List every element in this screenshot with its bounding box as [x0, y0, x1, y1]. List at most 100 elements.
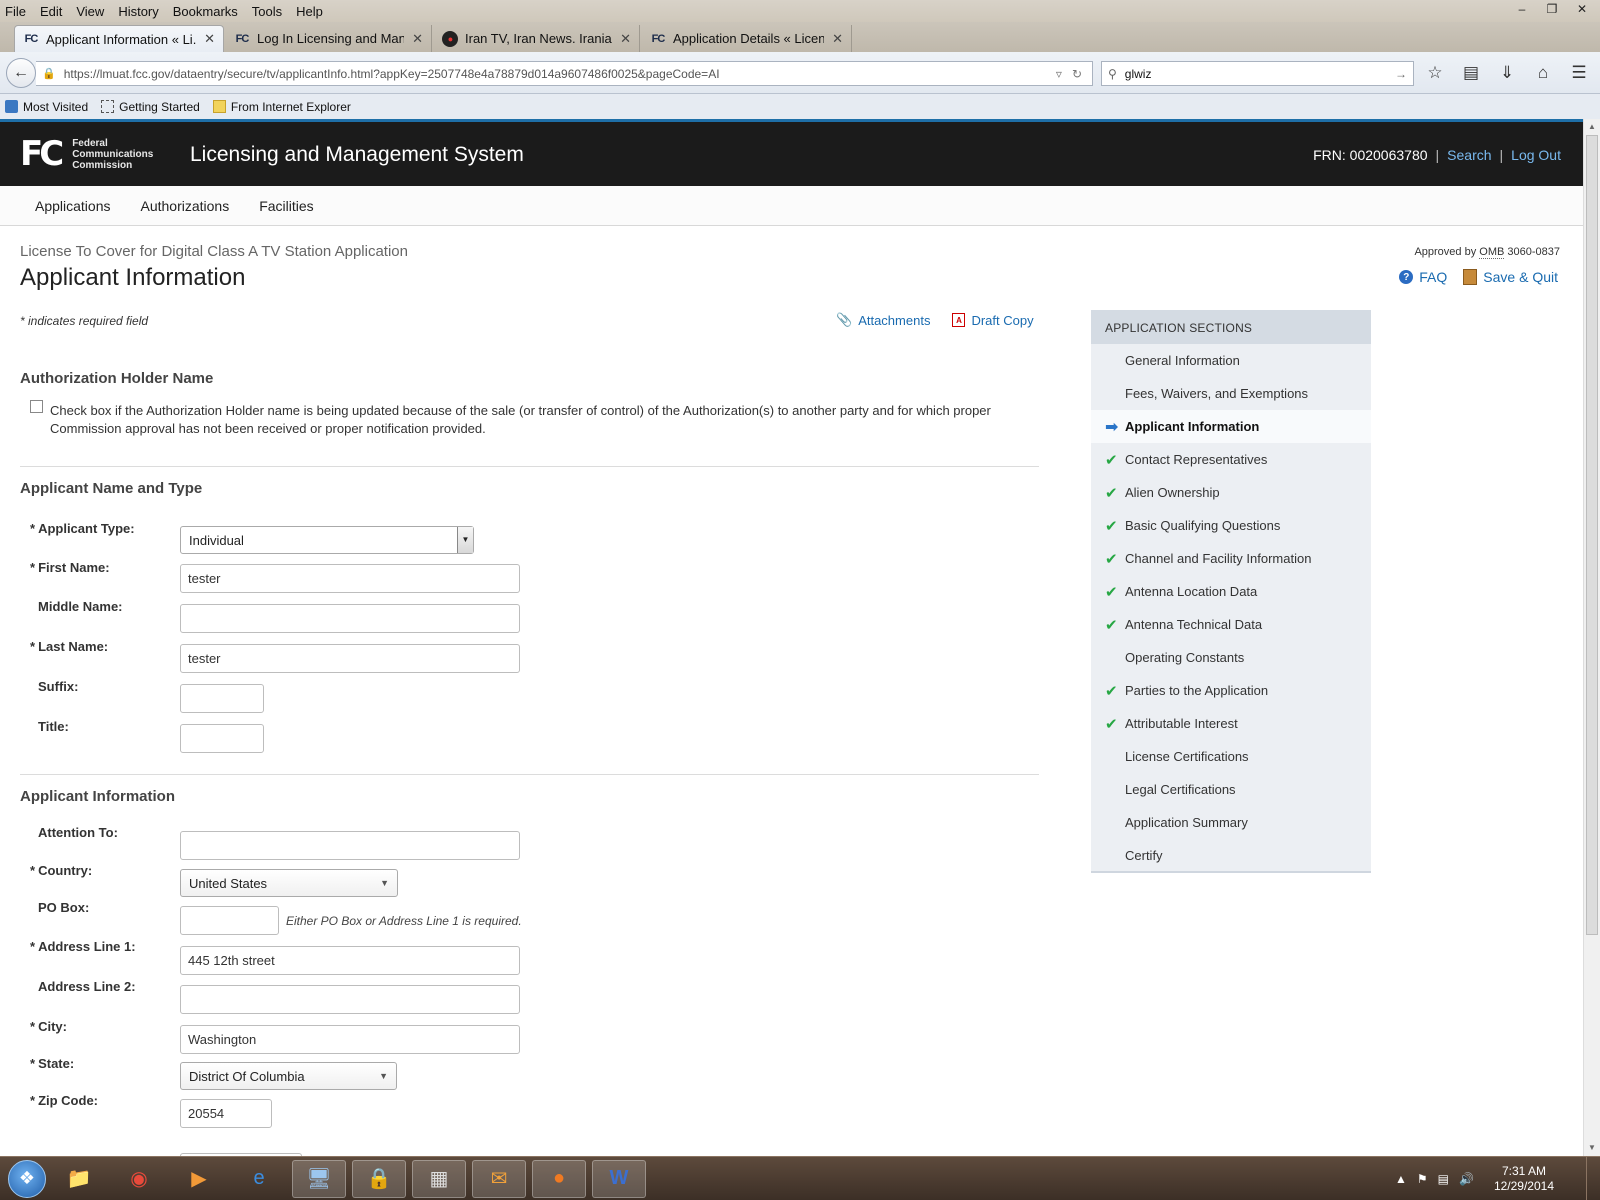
menu-bar: File Edit View History Bookmarks Tools H… — [0, 0, 1600, 22]
network-icon[interactable]: ▤ — [1438, 1172, 1449, 1186]
menu-bookmarks[interactable]: Bookmarks — [166, 4, 245, 19]
sidebar-item[interactable]: License Certifications — [1091, 740, 1371, 773]
bookmark-star-icon[interactable]: ☆ — [1424, 63, 1446, 83]
nav-applications[interactable]: Applications — [35, 198, 111, 214]
back-button[interactable]: ← — [6, 58, 36, 88]
zip-code-field[interactable]: 20554 — [180, 1099, 272, 1128]
nav-facilities[interactable]: Facilities — [259, 198, 313, 214]
applicant-type-select[interactable]: Individual ▼ — [180, 526, 474, 554]
sidebar-item[interactable]: ✔ Channel and Facility Information — [1091, 542, 1371, 575]
save-quit-link[interactable]: Save & Quit — [1463, 269, 1558, 285]
menu-view[interactable]: View — [69, 4, 111, 19]
close-tab-icon[interactable]: ✕ — [204, 31, 215, 47]
show-hidden-icons-icon[interactable]: ▲ — [1395, 1172, 1407, 1186]
calculator-taskbar-icon[interactable]: ▦ — [412, 1159, 466, 1198]
bookmark-from-ie[interactable]: From Internet Explorer — [208, 100, 351, 114]
tab-iran-tv[interactable]: ● Iran TV, Iran News. Iranian ... ✕ — [434, 25, 640, 52]
sidebar-item[interactable]: ✔ Antenna Technical Data — [1091, 608, 1371, 641]
remote-desktop-taskbar-icon[interactable]: 🖥 — [292, 1159, 346, 1198]
fcc-logo[interactable]: FC Federal Communications Commission — [20, 137, 153, 171]
faq-link[interactable]: ? FAQ — [1399, 269, 1447, 285]
draft-copy-link[interactable]: A Draft Copy — [952, 312, 1034, 328]
label-text: Address Line 1: — [38, 939, 136, 954]
bookmark-getting-started[interactable]: Getting Started — [96, 100, 200, 114]
state-select[interactable]: District Of Columbia ▼ — [180, 1062, 397, 1090]
chrome-taskbar-icon[interactable]: ◉ — [112, 1160, 166, 1198]
sidebar-item[interactable]: Legal Certifications — [1091, 773, 1371, 806]
sidebar-item[interactable]: ✔ Parties to the Application — [1091, 674, 1371, 707]
vertical-scrollbar[interactable]: ▲ ▼ — [1583, 119, 1600, 1156]
scroll-thumb[interactable] — [1586, 135, 1598, 935]
firefox-taskbar-icon[interactable]: ● — [532, 1159, 586, 1198]
close-tab-icon[interactable]: ✕ — [412, 31, 423, 47]
address-line-1-field[interactable]: 445 12th street — [180, 946, 520, 975]
sidebar-items: General Information Fees, Waivers, and Ex… — [1091, 344, 1371, 872]
internet-explorer-taskbar-icon[interactable]: e — [232, 1160, 286, 1198]
title-field[interactable] — [180, 724, 264, 753]
outlook-taskbar-icon[interactable]: ✉ — [472, 1159, 526, 1198]
tab-strip: FC Applicant Information « Li... ✕ FC Lo… — [0, 22, 1600, 69]
clock[interactable]: 7:31 AM 12/29/2014 — [1494, 1164, 1554, 1194]
bookmark-most-visited[interactable]: Most Visited — [0, 100, 88, 114]
fcc-favicon-icon: FC — [235, 32, 250, 45]
security-app-taskbar-icon[interactable]: 🔒 — [352, 1159, 406, 1198]
city-field[interactable]: Washington — [180, 1025, 520, 1054]
menu-tools[interactable]: Tools — [245, 4, 289, 19]
search-bar[interactable]: ⚲ glwiz → — [1101, 61, 1414, 86]
authorization-holder-checkbox[interactable] — [30, 400, 43, 413]
scroll-up-icon[interactable]: ▲ — [1584, 119, 1600, 135]
sidebar-item[interactable]: Certify — [1091, 839, 1371, 872]
start-button[interactable]: ❖ — [8, 1159, 46, 1198]
menu-edit[interactable]: Edit — [33, 4, 69, 19]
sidebar-item[interactable]: ✔ Basic Qualifying Questions — [1091, 509, 1371, 542]
tab-applicant-information[interactable]: FC Applicant Information « Li... ✕ — [14, 25, 224, 52]
sidebar-item[interactable]: ✔ Attributable Interest — [1091, 707, 1371, 740]
sidebar-item-label: Legal Certifications — [1125, 782, 1236, 797]
sidebar-item[interactable]: Operating Constants — [1091, 641, 1371, 674]
attention-to-field[interactable] — [180, 831, 520, 860]
close-window-icon[interactable]: ✕ — [1568, 0, 1596, 18]
scroll-down-icon[interactable]: ▼ — [1584, 1140, 1600, 1156]
country-select[interactable]: United States ▼ — [180, 869, 398, 897]
sidebar-item[interactable]: Fees, Waivers, and Exemptions — [1091, 377, 1371, 410]
po-box-field[interactable] — [180, 906, 279, 935]
attachments-link[interactable]: 📎 Attachments — [836, 312, 930, 328]
reload-icon[interactable]: ↻ — [1072, 67, 1082, 81]
tab-log-in[interactable]: FC Log In Licensing and Mana... ✕ — [226, 25, 432, 52]
explorer-taskbar-icon[interactable]: 📁 — [52, 1160, 106, 1198]
middle-name-field[interactable] — [180, 604, 520, 633]
logout-link[interactable]: Log Out — [1511, 147, 1561, 163]
sidebar-item[interactable]: ✔ Antenna Location Data — [1091, 575, 1371, 608]
close-tab-icon[interactable]: ✕ — [620, 31, 631, 47]
tab-application-details[interactable]: FC Application Details « Licen... ✕ — [642, 25, 852, 52]
suffix-field[interactable] — [180, 684, 264, 713]
sidebar-item[interactable]: ➡ Applicant Information — [1091, 410, 1371, 443]
first-name-field[interactable]: tester — [180, 564, 520, 593]
menu-hamburger-icon[interactable]: ☰ — [1568, 63, 1590, 83]
address-line-2-field[interactable] — [180, 985, 520, 1014]
word-taskbar-icon[interactable]: W — [592, 1159, 646, 1198]
home-icon[interactable]: ⌂ — [1532, 63, 1554, 83]
last-name-field[interactable]: tester — [180, 644, 520, 673]
menu-history[interactable]: History — [111, 4, 165, 19]
show-desktop-button[interactable] — [1586, 1157, 1600, 1200]
restore-icon[interactable]: ❐ — [1538, 0, 1566, 18]
reading-list-icon[interactable]: ▤ — [1460, 63, 1482, 83]
volume-icon[interactable]: 🔊 — [1459, 1172, 1474, 1186]
url-dropdown-icon[interactable]: ▿ — [1056, 67, 1062, 81]
sidebar-item[interactable]: General Information — [1091, 344, 1371, 377]
menu-file[interactable]: File — [0, 4, 33, 19]
nav-authorizations[interactable]: Authorizations — [141, 198, 230, 214]
sidebar-item[interactable]: ✔ Contact Representatives — [1091, 443, 1371, 476]
menu-help[interactable]: Help — [289, 4, 330, 19]
media-player-taskbar-icon[interactable]: ▶ — [172, 1160, 226, 1198]
close-tab-icon[interactable]: ✕ — [832, 31, 843, 47]
url-bar[interactable]: 🔒 https://lmuat.fcc.gov/dataentry/secure… — [36, 61, 1093, 86]
minimize-icon[interactable]: – — [1508, 0, 1536, 18]
downloads-icon[interactable]: ⇓ — [1496, 63, 1518, 83]
action-center-icon[interactable]: ⚑ — [1417, 1172, 1428, 1186]
search-link[interactable]: Search — [1447, 147, 1491, 163]
sidebar-item[interactable]: ✔ Alien Ownership — [1091, 476, 1371, 509]
search-go-icon[interactable]: → — [1395, 67, 1407, 81]
sidebar-item[interactable]: Application Summary — [1091, 806, 1371, 839]
